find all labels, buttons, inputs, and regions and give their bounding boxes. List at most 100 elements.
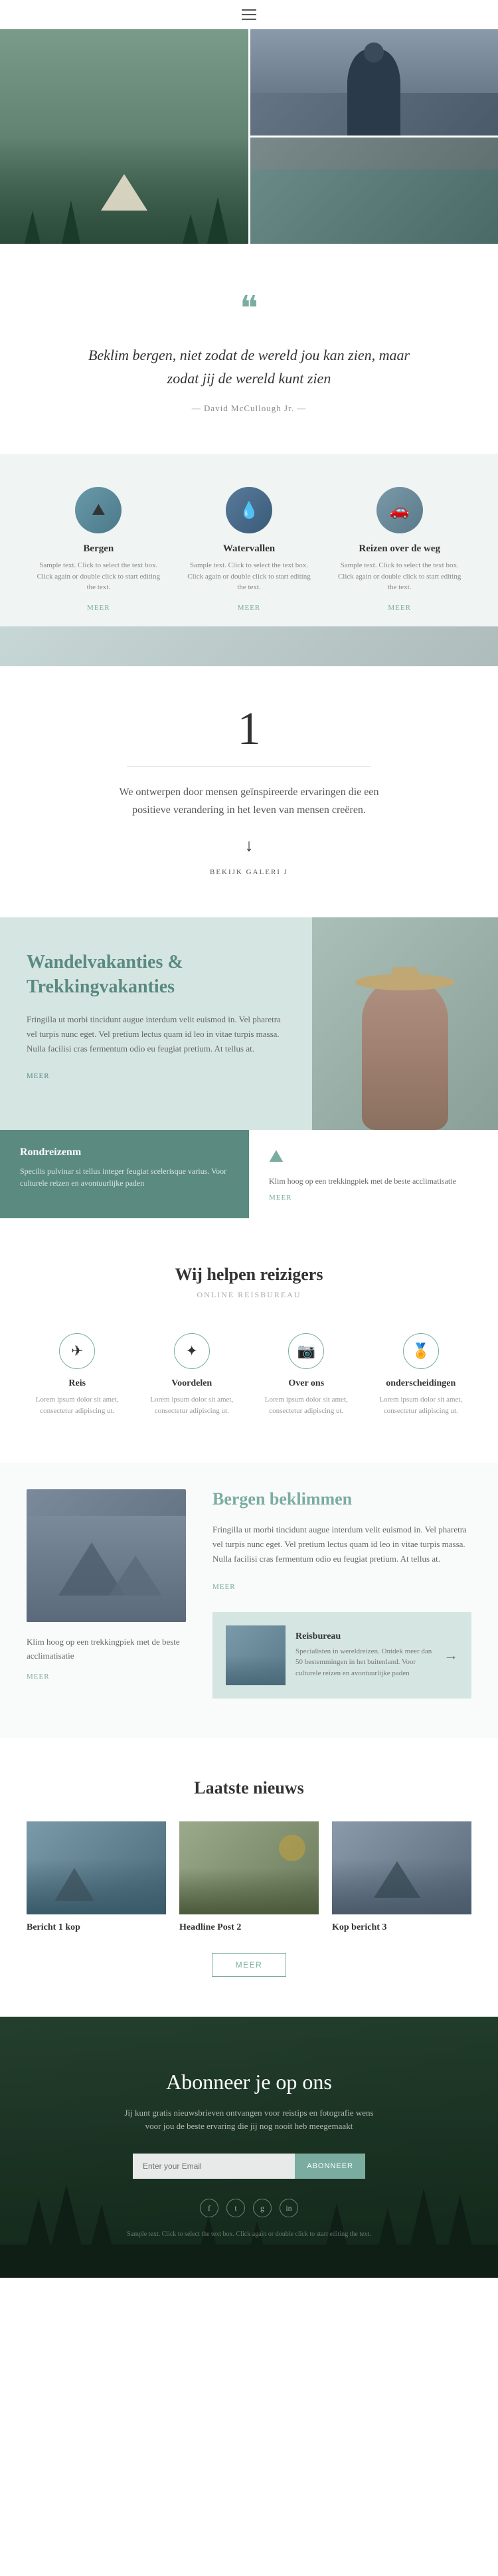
services-grid: ✈ Reis Lorem ipsum dolor sit amet, conse… bbox=[27, 1333, 471, 1416]
card-reizen-text: Sample text. Click to select the text bo… bbox=[334, 560, 465, 593]
nieuws-image-2 bbox=[179, 1821, 319, 1914]
reisbureau-text: Specialisten in wereldreizen. Ontdek mee… bbox=[295, 1646, 434, 1679]
reisbureau-image bbox=[226, 1625, 286, 1685]
wandel-main: Wandelvakanties & Trekkingvakanties Frin… bbox=[0, 917, 498, 1130]
divider-arrow: ↓ bbox=[27, 836, 471, 856]
quote-mark: ❝ bbox=[80, 292, 418, 327]
card-reizen: 🚗 Reizen over de weg Sample text. Click … bbox=[334, 487, 465, 613]
header bbox=[0, 0, 498, 29]
card-avatar-bergen: ⛰ bbox=[75, 487, 122, 533]
reisbureau-content: Reisbureau Specialisten in wereldreizen.… bbox=[295, 1631, 434, 1679]
bergen-left-col: Klim hoog op een trekkingpiek met de bes… bbox=[27, 1489, 186, 1682]
nieuws-headline-1: Bericht 1 kop bbox=[27, 1922, 166, 1933]
subscribe-text: Jij kunt gratis nieuwsbrieven ontvangen … bbox=[116, 2106, 382, 2134]
nieuws-card-2: Headline Post 2 bbox=[179, 1821, 319, 1933]
menu-button[interactable] bbox=[242, 9, 256, 20]
service-reis-icon: ✈ bbox=[59, 1333, 95, 1369]
service-reis: ✈ Reis Lorem ipsum dolor sit amet, conse… bbox=[27, 1333, 128, 1416]
service-voordelen: ✦ Voordelen Lorem ipsum dolor sit amet, … bbox=[141, 1333, 243, 1416]
bekijk-galeri-link[interactable]: BEKIJK GALERI J bbox=[210, 868, 288, 876]
photo-credit: Afbeelding van Freepik bbox=[27, 633, 471, 640]
wandel-right bbox=[312, 917, 498, 1130]
bergen-right-title: Bergen beklimmen bbox=[212, 1489, 471, 1509]
cards-section: ⛰ Bergen Sample text. Click to select th… bbox=[0, 454, 498, 666]
bergen-rock-image bbox=[27, 1489, 186, 1622]
bergen-right-text: Fringilla ut morbi tincidunt augue inter… bbox=[212, 1522, 471, 1566]
bergen-left-text: Klim hoog op een trekkingpiek met de bes… bbox=[27, 1635, 186, 1663]
service-overons-name: Over ons bbox=[256, 1378, 357, 1389]
service-reis-text: Lorem ipsum dolor sit amet, consectetur … bbox=[27, 1394, 128, 1416]
service-onderscheidingen: 🏅 onderscheidingen Lorem ipsum dolor sit… bbox=[371, 1333, 472, 1416]
bergen-right-meer[interactable]: MEER bbox=[212, 1583, 236, 1591]
klim-card: ⛰ Klim hoog op een trekkingpiek met de b… bbox=[249, 1130, 498, 1218]
subscribe-sample-text: Sample text. Click to select the text bo… bbox=[116, 2231, 382, 2238]
nieuws-title: Laatste nieuws bbox=[27, 1778, 471, 1798]
divider-number: 1 bbox=[27, 706, 471, 753]
service-voordelen-text: Lorem ipsum dolor sit amet, consectetur … bbox=[141, 1394, 243, 1416]
service-voordelen-name: Voordelen bbox=[141, 1378, 243, 1389]
card-watervallen-link[interactable]: MEER bbox=[238, 604, 261, 612]
social-linkedin[interactable]: in bbox=[280, 2199, 298, 2217]
reizigers-subtitle: Online reisbureau bbox=[27, 1290, 471, 1300]
quote-text: Beklim bergen, niet zodat de wereld jou … bbox=[80, 343, 418, 390]
card-reizen-title: Reizen over de weg bbox=[334, 543, 465, 555]
card-bergen-link[interactable]: MEER bbox=[87, 604, 110, 612]
rondreizen-card: Rondreizenm Specilis pulvinar si tellus … bbox=[0, 1130, 249, 1218]
reisbureau-title: Reisbureau bbox=[295, 1631, 434, 1642]
card-watervallen-text: Sample text. Click to select the text bo… bbox=[184, 560, 315, 593]
quote-author: — David McCullough Jr. — bbox=[80, 403, 418, 414]
cards-grid: ⛰ Bergen Sample text. Click to select th… bbox=[33, 487, 465, 613]
card-watervallen-title: Watervallen bbox=[184, 543, 315, 555]
mountain-icon: ⛰ bbox=[269, 1147, 478, 1167]
rondreizen-text: Specilis pulvinar si tellus integer feug… bbox=[20, 1165, 229, 1189]
card-avatar-reizen: 🚗 bbox=[376, 487, 423, 533]
subscribe-button[interactable]: abonneer bbox=[295, 2154, 365, 2179]
klim-text: Klim hoog op een trekkingpiek met de bes… bbox=[269, 1175, 478, 1187]
divider-text: We ontwerpen door mensen geïnspireerde e… bbox=[110, 783, 388, 819]
reisbureau-box: Reisbureau Specialisten in wereldreizen.… bbox=[212, 1612, 471, 1699]
nieuws-meer-button[interactable]: MEER bbox=[212, 1953, 287, 1977]
subscribe-section: Abonneer je op ons Jij kunt gratis nieuw… bbox=[0, 2017, 498, 2278]
hero-image-1 bbox=[0, 29, 248, 244]
nieuws-image-3 bbox=[332, 1821, 471, 1914]
divider-section: 1 We ontwerpen door mensen geïnspireerde… bbox=[0, 666, 498, 917]
reizigers-section: Wij helpen reizigers Online reisbureau ✈… bbox=[0, 1218, 498, 1463]
service-onderscheidingen-name: onderscheidingen bbox=[371, 1378, 472, 1389]
nieuws-card-3: Kop bericht 3 bbox=[332, 1821, 471, 1933]
service-over-ons: 📷 Over ons Lorem ipsum dolor sit amet, c… bbox=[256, 1333, 357, 1416]
service-overons-text: Lorem ipsum dolor sit amet, consectetur … bbox=[256, 1394, 357, 1416]
bergen-beklimmen-section: Klim hoog op een trekkingpiek met de bes… bbox=[0, 1463, 498, 1738]
klim-meer-link[interactable]: MEER bbox=[269, 1194, 478, 1202]
wandel-text: Fringilla ut morbi tincidunt augue inter… bbox=[27, 1012, 286, 1056]
bergen-right-col: Bergen beklimmen Fringilla ut morbi tinc… bbox=[212, 1489, 471, 1698]
bergen-left-meer[interactable]: MEER bbox=[27, 1673, 50, 1681]
card-avatar-watervallen: 💧 bbox=[226, 487, 272, 533]
nieuws-image-1 bbox=[27, 1821, 166, 1914]
wandel-meer-link[interactable]: MEER bbox=[27, 1072, 50, 1080]
reizigers-title: Wij helpen reizigers bbox=[27, 1265, 471, 1285]
reisbureau-arrow[interactable]: → bbox=[444, 1647, 458, 1664]
quote-section: ❝ Beklim bergen, niet zodat de wereld jo… bbox=[0, 246, 498, 454]
social-google[interactable]: g bbox=[253, 2199, 272, 2217]
hero-section bbox=[0, 29, 498, 246]
subscribe-title: Abonneer je op ons bbox=[27, 2070, 471, 2094]
service-voordelen-icon: ✦ bbox=[174, 1333, 210, 1369]
hero-image-3 bbox=[250, 138, 498, 244]
wandel-section: Wandelvakanties & Trekkingvakanties Frin… bbox=[0, 917, 498, 1218]
service-reis-name: Reis bbox=[27, 1378, 128, 1389]
card-bergen-text: Sample text. Click to select the text bo… bbox=[33, 560, 164, 593]
social-twitter[interactable]: t bbox=[226, 2199, 245, 2217]
wandel-left: Wandelvakanties & Trekkingvakanties Frin… bbox=[0, 917, 312, 1130]
hero-image-2 bbox=[250, 29, 498, 136]
social-facebook[interactable]: f bbox=[200, 2199, 218, 2217]
subscribe-email-input[interactable] bbox=[133, 2154, 295, 2179]
wandel-title: Wandelvakanties & Trekkingvakanties bbox=[27, 951, 286, 999]
service-onderscheidingen-text: Lorem ipsum dolor sit amet, consectetur … bbox=[371, 1394, 472, 1416]
nieuws-headline-2: Headline Post 2 bbox=[179, 1922, 319, 1933]
social-icons: f t g in bbox=[27, 2199, 471, 2217]
nieuws-headline-3: Kop bericht 3 bbox=[332, 1922, 471, 1933]
card-bergen: ⛰ Bergen Sample text. Click to select th… bbox=[33, 487, 164, 613]
service-onderscheidingen-icon: 🏅 bbox=[403, 1333, 439, 1369]
card-reizen-link[interactable]: MEER bbox=[388, 604, 411, 612]
nieuws-grid: Bericht 1 kop Headline Post 2 Kop berich… bbox=[27, 1821, 471, 1933]
